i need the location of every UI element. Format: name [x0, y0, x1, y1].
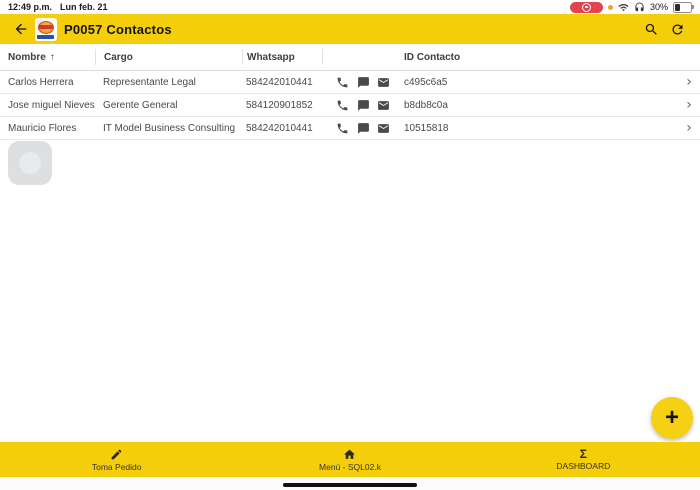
- pencil-icon: [110, 448, 123, 461]
- cell-id-contacto: b8db8c0a: [404, 100, 678, 111]
- app-logo: [35, 18, 57, 41]
- cell-id-contacto: c495c6a5: [404, 77, 678, 88]
- column-header-id-contacto[interactable]: ID Contacto: [404, 49, 678, 65]
- battery-percent: 30%: [650, 2, 668, 12]
- chevron-right-icon[interactable]: ›: [686, 98, 692, 112]
- column-header-actions: [322, 49, 404, 65]
- cell-cargo: Gerente General: [95, 100, 242, 111]
- table-row[interactable]: Jose miguel Nieves Gerente General 58412…: [0, 94, 700, 117]
- floating-widget-ghost[interactable]: [8, 141, 52, 185]
- cell-whatsapp: 584242010441: [242, 77, 322, 88]
- orange-status-dot-icon: [608, 5, 613, 10]
- home-indicator[interactable]: [283, 483, 417, 487]
- search-button[interactable]: [638, 16, 664, 42]
- bottom-nav: Toma Pedido Menú - SQL02.k Σ DASHBOARD: [0, 442, 700, 477]
- chevron-right-icon[interactable]: ›: [686, 121, 692, 135]
- mail-icon[interactable]: [377, 76, 390, 89]
- status-bar: 12:49 p.m. Lun feb. 21 30%: [0, 0, 700, 14]
- back-button[interactable]: [10, 18, 32, 40]
- nav-label: DASHBOARD: [556, 461, 610, 471]
- wifi-icon: [618, 2, 629, 13]
- nav-item-toma-pedido[interactable]: Toma Pedido: [0, 442, 233, 477]
- phone-icon[interactable]: [336, 122, 349, 135]
- chat-icon[interactable]: [357, 76, 370, 89]
- battery-icon: [673, 2, 692, 13]
- contacts-table: Nombre↑ Cargo Whatsapp ID Contacto Carlo…: [0, 44, 700, 140]
- cell-whatsapp: 584120901852: [242, 100, 322, 111]
- sigma-icon: Σ: [580, 448, 587, 460]
- table-row[interactable]: Mauricio Flores IT Model Business Consul…: [0, 117, 700, 140]
- back-arrow-icon: [13, 21, 29, 37]
- add-contact-fab[interactable]: +: [651, 397, 693, 439]
- phone-icon[interactable]: [336, 99, 349, 112]
- app-bar: P0057 Contactos: [0, 14, 700, 44]
- chat-icon[interactable]: [357, 122, 370, 135]
- sort-ascending-icon: ↑: [50, 52, 55, 63]
- refresh-icon: [670, 22, 685, 37]
- search-icon: [644, 22, 659, 37]
- cell-nombre: Jose miguel Nieves: [0, 100, 95, 111]
- table-row[interactable]: Carlos Herrera Representante Legal 58424…: [0, 71, 700, 94]
- cell-nombre: Carlos Herrera: [0, 77, 95, 88]
- column-header-whatsapp[interactable]: Whatsapp: [242, 49, 322, 65]
- mail-icon[interactable]: [377, 122, 390, 135]
- column-header-nombre[interactable]: Nombre↑: [0, 49, 95, 65]
- cell-id-contacto: 10515818: [404, 123, 678, 134]
- cell-cargo: Representante Legal: [95, 77, 242, 88]
- nav-item-menu[interactable]: Menú - SQL02.k: [233, 442, 466, 477]
- home-icon: [343, 448, 356, 461]
- gesture-bar-area: [0, 477, 700, 490]
- chat-icon[interactable]: [357, 99, 370, 112]
- table-header: Nombre↑ Cargo Whatsapp ID Contacto: [0, 44, 700, 71]
- column-header-cargo[interactable]: Cargo: [95, 49, 242, 65]
- app-screen: 12:49 p.m. Lun feb. 21 30% P0057 Contact…: [0, 0, 700, 490]
- cell-nombre: Mauricio Flores: [0, 123, 95, 134]
- status-time: 12:49 p.m.: [8, 2, 52, 12]
- phone-icon[interactable]: [336, 76, 349, 89]
- nav-label: Toma Pedido: [92, 462, 142, 472]
- cell-cargo: IT Model Business Consulting: [95, 123, 242, 134]
- nav-item-dashboard[interactable]: Σ DASHBOARD: [467, 442, 700, 477]
- refresh-button[interactable]: [664, 16, 690, 42]
- mail-icon[interactable]: [377, 99, 390, 112]
- chevron-right-icon[interactable]: ›: [686, 75, 692, 89]
- headset-icon: [634, 2, 645, 13]
- nav-label: Menú - SQL02.k: [319, 462, 381, 472]
- page-title: P0057 Contactos: [64, 22, 172, 37]
- screen-record-indicator[interactable]: [570, 2, 603, 13]
- status-date: Lun feb. 21: [60, 2, 108, 12]
- cell-whatsapp: 584242010441: [242, 123, 322, 134]
